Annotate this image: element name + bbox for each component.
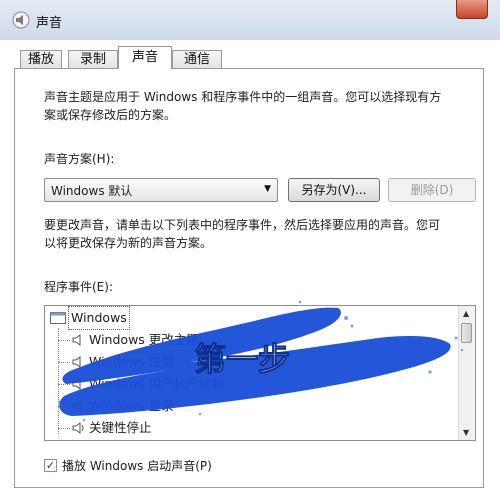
list-scrollbar[interactable]: ▲ ▼	[458, 306, 475, 440]
window-icon	[50, 312, 66, 324]
tree-branch	[58, 428, 70, 429]
window-title: 声音	[36, 16, 63, 31]
startup-sound-checkbox[interactable]: ✓	[44, 459, 57, 472]
tree-branch	[58, 384, 70, 385]
speaker-icon	[72, 378, 81, 390]
list-item-label: Windows 注销	[89, 354, 174, 369]
list-item[interactable]: Windows 注销	[45, 351, 459, 373]
tree-branch	[58, 406, 70, 407]
events-label: 程序事件(E):	[44, 280, 113, 294]
close-button[interactable]	[456, 0, 488, 19]
description-line-2: 案或保存修改后的方案。	[44, 108, 177, 122]
tree-branch	[58, 340, 70, 341]
chevron-down-icon: ▼	[264, 184, 271, 194]
scroll-down-icon[interactable]: ▼	[463, 428, 469, 437]
list-item[interactable]: 关键性停止	[45, 417, 459, 439]
speaker-icon	[12, 11, 30, 29]
speaker-icon	[72, 400, 81, 412]
scroll-up-icon[interactable]: ▲	[463, 309, 469, 318]
tab-recording[interactable]: 录制	[68, 50, 118, 68]
scheme-select[interactable]: Windows 默认 ▼	[44, 178, 278, 202]
list-item-label: 关键性停止	[89, 420, 152, 435]
scheme-select-value: Windows 默认	[51, 184, 133, 198]
tab-sounds[interactable]: 声音	[118, 46, 172, 69]
list-item[interactable]: Windows 登录	[45, 395, 459, 417]
tab-strip: 播放 录制 声音 通信	[0, 38, 500, 69]
scheme-label: 声音方案(H):	[44, 152, 115, 166]
tree-branch	[58, 362, 70, 363]
tab-communications[interactable]: 通信	[172, 50, 222, 68]
checkmark-icon: ✓	[45, 459, 56, 472]
title-bar: 声音	[0, 0, 500, 40]
speaker-icon	[72, 356, 81, 368]
scrollbar-thumb[interactable]	[461, 323, 472, 343]
list-item-label: Windows 更改主题	[89, 332, 199, 347]
speaker-icon	[72, 422, 84, 434]
delete-button[interactable]: 删除(D)	[388, 178, 476, 202]
startup-sound-label[interactable]: 播放 Windows 启动声音(P)	[62, 455, 212, 477]
tab-playback[interactable]: 播放	[20, 50, 62, 68]
list-item-label: Windows	[68, 306, 130, 330]
list-item-label: Windows 登录	[89, 398, 174, 413]
list-item[interactable]: Windows 更改主题	[45, 329, 459, 351]
speaker-icon	[72, 334, 81, 346]
save-as-button[interactable]: 另存为(V)...	[288, 178, 380, 202]
list-item[interactable]: Windows 用户帐户控制	[45, 373, 459, 395]
instructions-line-2: 以将更改保存为新的声音方案。	[44, 236, 213, 250]
list-item[interactable]: Windows	[45, 306, 459, 330]
program-events-list[interactable]: Windows Windows 更改主题 Windows 注销 Windows …	[44, 305, 476, 441]
list-item-label: Windows 用户帐户控制	[89, 376, 224, 391]
